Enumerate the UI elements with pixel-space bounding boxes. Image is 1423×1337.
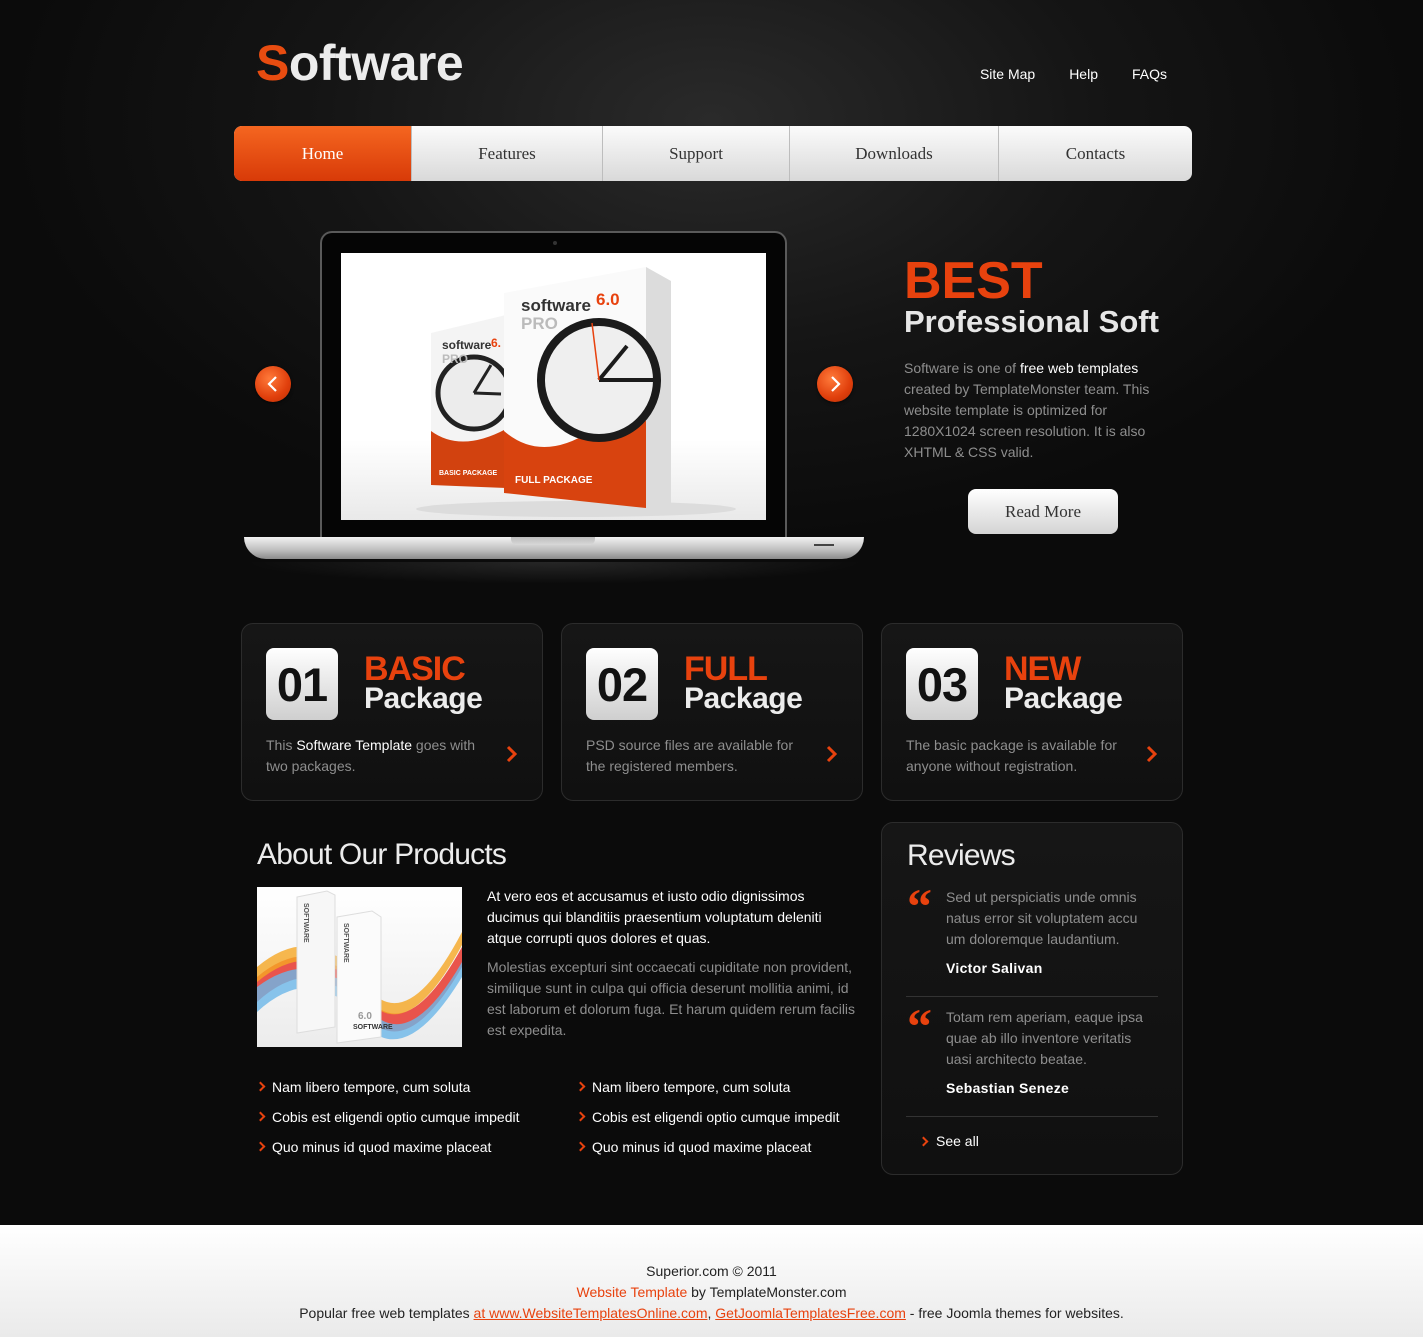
slider-next-button[interactable] <box>817 366 853 402</box>
laptop-indicator <box>814 544 834 546</box>
review-text: Totam rem aperiam, eaque ipsa quae ab il… <box>946 1009 1143 1067</box>
review-author: Victor Salivan <box>946 960 1043 976</box>
page-background <box>0 0 1423 1225</box>
package-description: This Software Template goes with two pac… <box>266 737 476 774</box>
package-number: 02 <box>586 648 658 720</box>
websitetemplatesonline-link[interactable]: at www.WebsiteTemplatesOnline.com <box>474 1305 708 1321</box>
package-number: 03 <box>906 648 978 720</box>
box-small-title: software <box>442 338 492 352</box>
hero-subtitle: Professional Soft <box>904 304 1159 339</box>
bullet-list-right: Nam libero tempore, cum soluta Cobis est… <box>577 1077 877 1167</box>
package-description: PSD source files are available for the r… <box>586 737 793 774</box>
about-body-text: Molestias excepturi sint occaecati cupid… <box>487 959 856 1038</box>
box-big-title: software <box>521 296 591 315</box>
arrow-right-icon[interactable] <box>826 745 838 763</box>
website-template-link[interactable]: Website Template <box>576 1284 687 1300</box>
about-title: About Our Products <box>257 838 507 871</box>
package-description: The basic package is available for anyon… <box>906 737 1117 774</box>
box-label: SOFTWARE <box>302 903 309 943</box>
box-big-version: 6.0 <box>596 290 620 309</box>
box-big-edition: PRO <box>521 314 558 333</box>
laptop-camera <box>553 241 557 245</box>
footer-line-2: Website Template by TemplateMonster.com <box>576 1284 847 1300</box>
software-template-link[interactable]: Software Template <box>296 737 412 753</box>
nav-item-home[interactable]: Home <box>234 126 412 181</box>
package-subtitle: Package <box>364 682 483 715</box>
laptop-shadow <box>244 562 864 584</box>
list-item[interactable]: Nam libero tempore, cum soluta <box>257 1077 557 1107</box>
arrow-right-icon[interactable] <box>1146 745 1158 763</box>
software-boxes-illustration: software 6.0 PRO FULL PACKAGE software 6… <box>416 267 736 517</box>
review-author: Sebastian Seneze <box>946 1080 1070 1096</box>
site-map-link[interactable]: Site Map <box>980 66 1035 82</box>
chevron-left-icon <box>267 376 277 392</box>
main-nav: Home Features Support Downloads Contacts <box>234 126 1192 181</box>
copyright-text: Superior.com © 2011 <box>646 1263 777 1279</box>
getjoomlatemplatesfree-link[interactable]: GetJoomlaTemplatesFree.com <box>715 1305 906 1321</box>
list-item[interactable]: Cobis est eligendi optio cumque impedit <box>257 1107 557 1137</box>
hero-title: BEST <box>904 252 1043 310</box>
faqs-link[interactable]: FAQs <box>1132 66 1167 82</box>
slider-prev-button[interactable] <box>255 366 291 402</box>
software-box-illustration: SOFTWARE SOFTWARE 6.0 SOFTWARE <box>257 890 462 1044</box>
reviews-title: Reviews <box>907 839 1016 872</box>
reviews-panel: Reviews “ Sed ut perspiciatis unde omnis… <box>881 822 1183 1175</box>
list-item[interactable]: Nam libero tempore, cum soluta <box>577 1077 877 1107</box>
list-item[interactable]: Quo minus id quod maxime placeat <box>257 1137 557 1167</box>
quote-icon: “ <box>907 998 932 1054</box>
box-label: SOFTWARE <box>353 1024 393 1031</box>
about-lead-text: At vero eos et accusamus et iusto odio d… <box>487 888 822 946</box>
site-logo[interactable]: Software <box>256 34 464 92</box>
box-label: SOFTWARE <box>342 923 349 963</box>
box-small-edition: PRO <box>442 352 468 366</box>
review-divider <box>906 996 1158 997</box>
package-card-basic: 01 BASIC Package This Software Template … <box>241 623 543 801</box>
list-item[interactable]: Cobis est eligendi optio cumque impedit <box>577 1107 877 1137</box>
package-subtitle: Package <box>1004 682 1123 715</box>
bullet-list-left: Nam libero tempore, cum soluta Cobis est… <box>257 1077 557 1167</box>
read-more-button[interactable]: Read More <box>968 489 1118 534</box>
nav-item-support[interactable]: Support <box>603 126 790 181</box>
nav-item-contacts[interactable]: Contacts <box>999 126 1192 181</box>
package-card-full: 02 FULL Package PSD source files are ava… <box>561 623 863 801</box>
list-item[interactable]: Quo minus id quod maxime placeat <box>577 1137 877 1167</box>
chevron-right-icon <box>831 376 841 392</box>
free-web-templates-link[interactable]: free web templates <box>1020 360 1138 376</box>
package-number: 01 <box>266 648 338 720</box>
review-divider <box>906 1116 1158 1117</box>
see-all-link[interactable]: See all <box>936 1133 979 1149</box>
nav-item-downloads[interactable]: Downloads <box>790 126 999 181</box>
review-text: Sed ut perspiciatis unde omnis natus err… <box>946 889 1138 947</box>
arrow-right-icon[interactable] <box>506 745 518 763</box>
about-product-image: SOFTWARE SOFTWARE 6.0 SOFTWARE <box>257 887 462 1047</box>
help-link[interactable]: Help <box>1069 66 1098 82</box>
footer: Superior.com © 2011 Website Template by … <box>0 1225 1423 1337</box>
quote-icon: “ <box>907 878 932 934</box>
package-card-new: 03 NEW Package The basic package is avai… <box>881 623 1183 801</box>
box-big-label: FULL PACKAGE <box>515 475 593 486</box>
slide-image: software 6.0 PRO FULL PACKAGE software 6… <box>341 253 766 520</box>
nav-item-features[interactable]: Features <box>412 126 603 181</box>
footer-line-3: Popular free web templates at www.Websit… <box>299 1305 1124 1321</box>
top-links: Site Map Help FAQs <box>946 66 1167 82</box>
box-version: 6.0 <box>358 1011 372 1022</box>
box-small-version: 6. <box>491 336 501 350</box>
package-subtitle: Package <box>684 682 803 715</box>
box-small-label: BASIC PACKAGE <box>439 470 498 477</box>
chevron-right-icon <box>918 1136 929 1147</box>
laptop-notch <box>511 537 595 545</box>
hero-text: Software is one of free web templates cr… <box>904 360 1150 460</box>
